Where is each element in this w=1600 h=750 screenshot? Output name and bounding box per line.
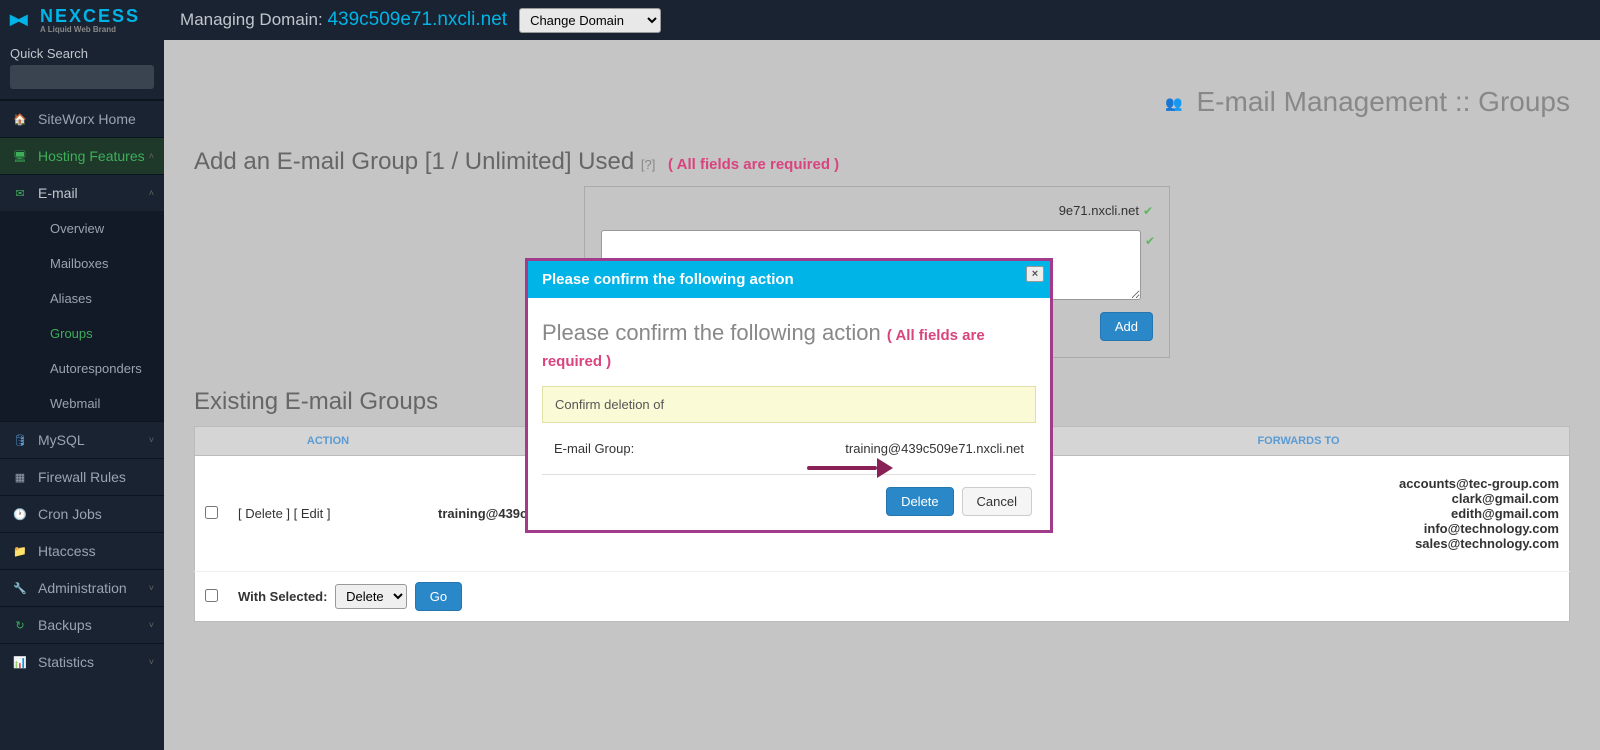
forwards-cell: accounts@tec-group.com clark@gmail.com e…: [1028, 456, 1570, 572]
top-bar: NEXCESS A Liquid Web Brand Managing Doma…: [0, 0, 1600, 40]
add-group-title: Add an E-mail Group [1 / Unlimited] Used…: [194, 148, 1570, 176]
brand-name: NEXCESS: [40, 6, 140, 27]
check-icon: ✔: [1145, 234, 1155, 248]
col-action[interactable]: ACTION: [228, 427, 428, 456]
mail-icon: ✉: [12, 185, 28, 201]
modal-detail-row: E-mail Group: training@439c509e71.nxcli.…: [542, 435, 1036, 475]
modal-detail-value: training@439c509e71.nxcli.net: [845, 441, 1024, 456]
delete-link[interactable]: [ Delete ]: [238, 506, 290, 521]
managing-domain-label: Managing Domain: 439c509e71.nxcli.net: [180, 9, 507, 31]
chevron-down-icon: ˅: [149, 583, 154, 593]
chevron-down-icon: ˅: [149, 435, 154, 445]
select-all-checkbox[interactable]: [205, 589, 218, 602]
chart-icon: 📊: [12, 654, 28, 670]
chevron-up-icon: ˄: [149, 188, 154, 198]
modal-header: Please confirm the following action ×: [528, 261, 1050, 298]
row-checkbox[interactable]: [205, 506, 218, 519]
nav-siteworx-home[interactable]: 🏠 SiteWorx Home: [0, 100, 164, 137]
check-icon: ✔: [1143, 204, 1153, 218]
go-button[interactable]: Go: [415, 582, 462, 611]
change-domain-select[interactable]: Change Domain: [519, 8, 661, 33]
nav-administration[interactable]: 🔧 Administration ˅: [0, 569, 164, 606]
nav-email-autoresponders[interactable]: Autoresponders: [0, 351, 164, 386]
nav-hosting-features[interactable]: 🖥 Hosting Features ˄: [0, 137, 164, 174]
col-forwards[interactable]: FORWARDS TO: [1028, 427, 1570, 456]
page-title: 👥 E-mail Management :: Groups: [194, 40, 1570, 148]
quick-search-section: Quick Search: [0, 40, 164, 100]
modal-close-button[interactable]: ×: [1026, 266, 1044, 282]
with-selected-label: With Selected:: [238, 589, 327, 604]
nav-email-groups[interactable]: Groups: [0, 316, 164, 351]
domain-suffix: 9e71.nxcli.net: [1059, 203, 1139, 218]
bulk-action-row: With Selected: Delete Go: [195, 572, 1570, 622]
nav-statistics[interactable]: 📊 Statistics ˅: [0, 643, 164, 680]
desktop-icon: 🖥: [12, 148, 28, 164]
quick-search-input[interactable]: [10, 65, 154, 89]
current-domain: 439c509e71.nxcli.net: [327, 9, 507, 30]
confirm-modal: Please confirm the following action × Pl…: [525, 258, 1053, 533]
nav-email-webmail[interactable]: Webmail: [0, 386, 164, 421]
nav-email-overview[interactable]: Overview: [0, 211, 164, 246]
nav-email-aliases[interactable]: Aliases: [0, 281, 164, 316]
bulk-action-select[interactable]: Delete: [335, 584, 407, 609]
firewall-icon: ▦: [12, 469, 28, 485]
add-button[interactable]: Add: [1100, 312, 1153, 341]
nav-email-mailboxes[interactable]: Mailboxes: [0, 246, 164, 281]
nav-cron[interactable]: 🕐 Cron Jobs: [0, 495, 164, 532]
modal-cancel-button[interactable]: Cancel: [962, 487, 1032, 516]
chevron-down-icon: ˅: [149, 657, 154, 667]
users-icon: 👥: [1165, 95, 1182, 111]
backup-icon: ↻: [12, 617, 28, 633]
nav-backups[interactable]: ↻ Backups ˅: [0, 606, 164, 643]
tools-icon: 🔧: [12, 580, 28, 596]
nav-firewall[interactable]: ▦ Firewall Rules: [0, 458, 164, 495]
nav-htaccess[interactable]: 📁 Htaccess: [0, 532, 164, 569]
sidebar: Quick Search 🏠 SiteWorx Home 🖥 Hosting F…: [0, 40, 164, 750]
annotation-arrow: [807, 458, 897, 478]
nav-mysql[interactable]: 🛢 MySQL ˅: [0, 421, 164, 458]
clock-icon: 🕐: [12, 506, 28, 522]
chevron-up-icon: ˄: [149, 151, 154, 161]
database-icon: 🛢: [12, 432, 28, 448]
chevron-down-icon: ˅: [149, 620, 154, 630]
required-note: ( All fields are required ): [668, 156, 839, 173]
quick-search-label: Quick Search: [10, 46, 154, 61]
folder-icon: 📁: [12, 543, 28, 559]
modal-subtitle: Please confirm the following action ( Al…: [542, 320, 1036, 372]
home-icon: 🏠: [12, 111, 28, 127]
edit-link[interactable]: [ Edit ]: [294, 506, 331, 521]
brand-logo: NEXCESS A Liquid Web Brand: [10, 6, 140, 34]
modal-detail-label: E-mail Group:: [554, 441, 634, 456]
logo-icon: [10, 8, 34, 32]
modal-delete-button[interactable]: Delete: [886, 487, 954, 516]
help-link[interactable]: [?]: [641, 157, 655, 172]
confirm-message: Confirm deletion of: [542, 386, 1036, 423]
nav-email[interactable]: ✉ E-mail ˄: [0, 174, 164, 211]
